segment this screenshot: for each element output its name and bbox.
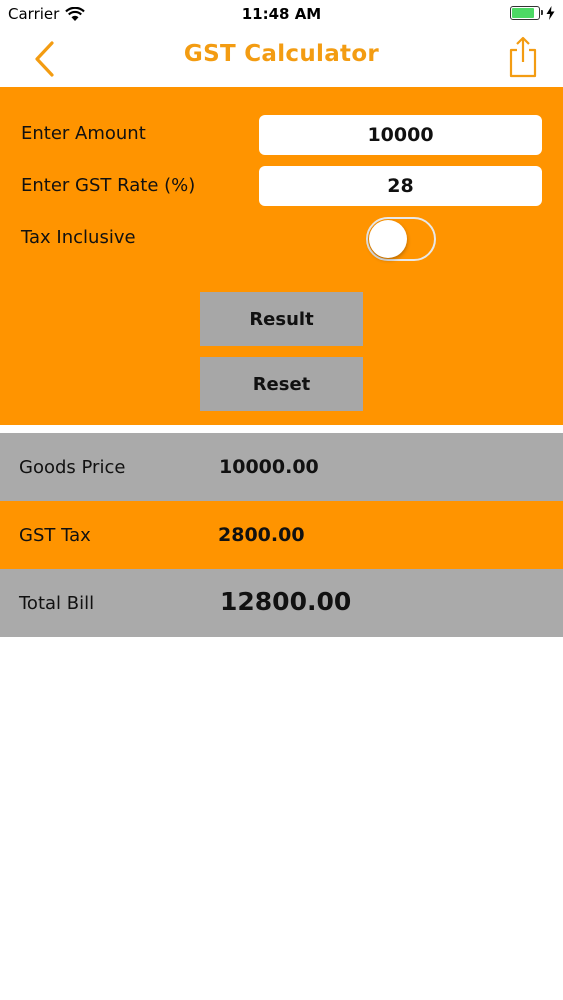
toggle-knob bbox=[369, 220, 407, 258]
gst-tax-label: GST Tax bbox=[19, 525, 91, 546]
goods-price-value: 10000.00 bbox=[219, 456, 319, 478]
share-button[interactable] bbox=[507, 36, 539, 78]
gst-tax-row: GST Tax 2800.00 bbox=[0, 501, 563, 569]
share-icon bbox=[509, 36, 537, 78]
result-button[interactable]: Result bbox=[200, 292, 363, 346]
divider bbox=[0, 425, 563, 433]
status-right bbox=[510, 6, 555, 20]
reset-button[interactable]: Reset bbox=[200, 357, 363, 411]
status-bar: Carrier 11:48 AM bbox=[0, 0, 563, 30]
total-bill-row: Total Bill 12800.00 bbox=[0, 569, 563, 637]
amount-input[interactable] bbox=[259, 115, 542, 155]
navigation-bar: GST Calculator bbox=[0, 30, 563, 86]
amount-label: Enter Amount bbox=[21, 123, 146, 144]
total-bill-label: Total Bill bbox=[19, 593, 95, 614]
gst-rate-label: Enter GST Rate (%) bbox=[21, 175, 196, 196]
charging-bolt-icon bbox=[546, 6, 555, 20]
gst-rate-input[interactable] bbox=[259, 166, 542, 206]
page-title: GST Calculator bbox=[183, 41, 380, 67]
total-bill-value: 12800.00 bbox=[220, 587, 352, 616]
gst-tax-value: 2800.00 bbox=[218, 524, 305, 546]
goods-price-row: Goods Price 10000.00 bbox=[0, 433, 563, 501]
input-panel: Enter Amount Enter GST Rate (%) Tax Incl… bbox=[0, 87, 563, 425]
tax-inclusive-toggle[interactable] bbox=[366, 217, 436, 261]
status-time: 11:48 AM bbox=[241, 5, 322, 23]
goods-price-label: Goods Price bbox=[19, 457, 126, 478]
battery-icon bbox=[510, 6, 543, 20]
tax-inclusive-label: Tax Inclusive bbox=[21, 227, 136, 248]
